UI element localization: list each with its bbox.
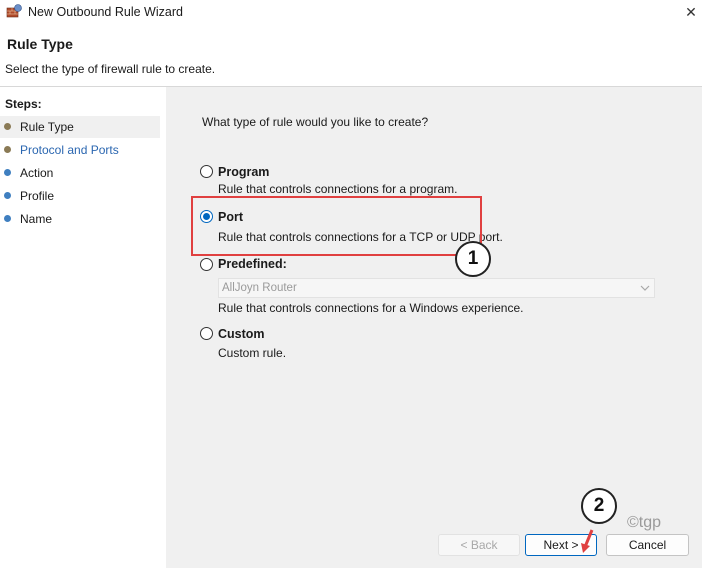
step-name: Name [0, 208, 160, 230]
firewall-wizard-icon [6, 4, 22, 18]
custom-label[interactable]: Custom [218, 327, 265, 341]
bullet-icon [4, 123, 11, 130]
wizard-header: Rule Type Select the type of firewall ru… [0, 26, 702, 86]
window-title: New Outbound Rule Wizard [28, 5, 183, 19]
bullet-icon [4, 146, 11, 153]
predefined-dropdown-value: AllJoyn Router [222, 282, 297, 294]
bullet-icon [4, 192, 11, 199]
back-button[interactable]: < Back [438, 534, 520, 556]
step-label[interactable]: Protocol and Ports [20, 143, 119, 157]
program-label[interactable]: Program [218, 165, 269, 179]
page-title: Rule Type [7, 36, 73, 52]
steps-heading: Steps: [5, 97, 42, 111]
predefined-radio[interactable] [200, 258, 213, 271]
predefined-dropdown: AllJoyn Router [218, 278, 655, 298]
title-bar: New Outbound Rule Wizard ✕ [0, 0, 702, 26]
close-icon[interactable]: ✕ [680, 2, 702, 22]
rule-type-question: What type of rule would you like to crea… [202, 115, 429, 129]
chevron-down-icon [640, 285, 650, 291]
bullet-icon [4, 215, 11, 222]
rule-type-content: What type of rule would you like to crea… [166, 87, 702, 568]
step-label: Action [20, 166, 54, 180]
step-rule-type: Rule Type [0, 116, 160, 138]
predefined-description: Rule that controls connections for a Win… [218, 301, 524, 315]
step-profile: Profile [0, 185, 160, 207]
watermark: ©tgp [627, 514, 662, 531]
program-radio[interactable] [200, 165, 213, 178]
red-arrow-icon [581, 529, 594, 553]
program-description: Rule that controls connections for a pro… [218, 182, 458, 196]
bullet-icon [4, 169, 11, 176]
cancel-button[interactable]: Cancel [606, 534, 689, 556]
callout-2: 2 [581, 488, 617, 524]
callout-1: 1 [455, 241, 491, 277]
step-protocol-and-ports[interactable]: Protocol and Ports [0, 139, 160, 161]
step-label: Name [20, 212, 53, 226]
port-highlight-box [191, 196, 482, 256]
predefined-label[interactable]: Predefined: [218, 257, 287, 271]
page-subtitle: Select the type of firewall rule to crea… [5, 62, 216, 76]
custom-description: Custom rule. [218, 346, 287, 360]
step-action: Action [0, 162, 160, 184]
steps-panel: Steps: Rule Type Protocol and Ports Acti… [0, 87, 166, 568]
step-label: Rule Type [20, 120, 74, 134]
step-label: Profile [20, 189, 55, 203]
custom-radio[interactable] [200, 327, 213, 340]
